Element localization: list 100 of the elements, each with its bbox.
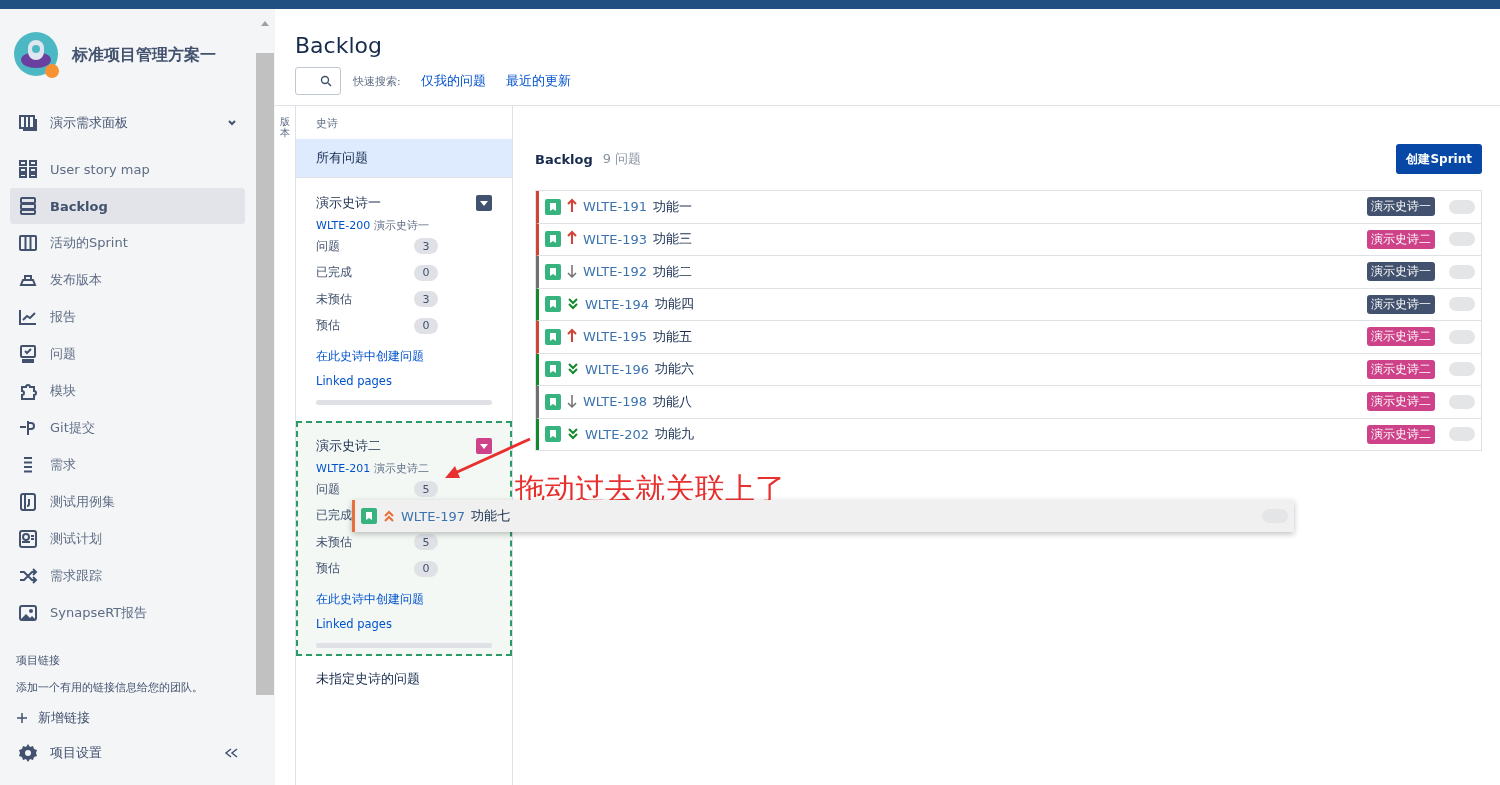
bookmark-icon bbox=[545, 231, 561, 248]
sidebar-item[interactable]: 测试计划 bbox=[10, 521, 245, 557]
estimate-pill bbox=[1449, 329, 1475, 344]
sidebar-item[interactable]: SynapseRT报告 bbox=[10, 595, 245, 631]
issue-row[interactable]: WLTE-193 功能三 演示史诗二 bbox=[536, 223, 1481, 256]
shuffle-icon bbox=[18, 566, 38, 586]
issue-key[interactable]: WLTE-202 bbox=[585, 426, 649, 442]
issue-summary: 功能一 bbox=[652, 197, 692, 216]
bookmark-icon bbox=[545, 328, 561, 345]
dragged-issue-card[interactable]: WLTE-197 功能七 bbox=[352, 500, 1294, 532]
issue-key[interactable]: WLTE-192 bbox=[583, 264, 647, 280]
stat-count: 0 bbox=[414, 317, 438, 334]
epic-card[interactable]: 演示史诗一 WLTE-200 演示史诗一 问题 3 已完成 0 未预估 3 预估 0 在此史诗中创建问题 Linked pages bbox=[296, 178, 512, 413]
settings-link[interactable]: 项目设置 bbox=[10, 743, 245, 763]
board-icon bbox=[18, 113, 38, 133]
columns-icon bbox=[18, 233, 38, 253]
estimate-pill bbox=[1449, 264, 1475, 279]
create-issue-link[interactable]: 在此史诗中创建问题 bbox=[316, 592, 492, 607]
estimate-pill bbox=[1449, 232, 1475, 247]
issue-key[interactable]: WLTE-194 bbox=[585, 296, 649, 312]
issue-key[interactable]: WLTE-196 bbox=[585, 361, 649, 377]
linked-pages-link[interactable]: Linked pages bbox=[316, 617, 492, 631]
issue-key[interactable]: WLTE-195 bbox=[583, 329, 647, 345]
monitor-icon bbox=[18, 344, 38, 364]
sidebar-item[interactable]: 报告 bbox=[10, 299, 245, 335]
epic-tag: 演示史诗二 bbox=[1367, 229, 1435, 249]
create-sprint-button[interactable]: 创建Sprint bbox=[1396, 144, 1482, 174]
issue-key[interactable]: WLTE-193 bbox=[583, 231, 647, 247]
sidebar-item[interactable]: Git提交 bbox=[10, 410, 245, 446]
create-issue-link[interactable]: 在此史诗中创建问题 bbox=[316, 349, 492, 364]
stat-label: 问题 bbox=[316, 481, 340, 497]
issue-row[interactable]: WLTE-195 功能五 演示史诗二 bbox=[536, 321, 1481, 354]
issue-row[interactable]: WLTE-192 功能二 演示史诗一 bbox=[536, 256, 1481, 289]
search-icon bbox=[320, 75, 332, 87]
bookmark-icon bbox=[545, 263, 561, 280]
stat-label: 未预估 bbox=[316, 291, 352, 307]
epic-tag: 演示史诗二 bbox=[1367, 359, 1435, 379]
stat-label: 已完成 bbox=[316, 508, 352, 524]
project-avatar bbox=[14, 32, 60, 78]
quick-search-label: 快速搜索: bbox=[353, 73, 401, 89]
epic-tag: 演示史诗二 bbox=[1367, 392, 1435, 412]
issue-key[interactable]: WLTE-198 bbox=[583, 394, 647, 410]
panel-heading: 史诗 bbox=[315, 116, 339, 132]
versions-tab[interactable]: 版本 bbox=[280, 116, 290, 138]
estimate-pill bbox=[1449, 297, 1475, 312]
issue-row[interactable]: WLTE-196 功能六 演示史诗二 bbox=[536, 353, 1481, 386]
epic-name: 演示史诗一 bbox=[316, 194, 381, 212]
issue-row[interactable]: WLTE-194 功能四 演示史诗一 bbox=[536, 288, 1481, 321]
board-selector[interactable]: 演示需求面板 bbox=[10, 105, 245, 141]
line-chart-icon bbox=[18, 307, 38, 327]
add-link[interactable]: 新增链接 bbox=[10, 709, 245, 727]
sidebar-item[interactable]: 需求 bbox=[10, 447, 245, 483]
issue-key[interactable]: WLTE-191 bbox=[583, 199, 647, 215]
issue-summary: 功能八 bbox=[652, 392, 692, 411]
issue-row[interactable]: WLTE-198 功能八 演示史诗二 bbox=[536, 386, 1481, 419]
quick-filter-link[interactable]: 最近的更新 bbox=[505, 72, 571, 90]
section-heading: 项目链接 bbox=[15, 653, 61, 668]
book-icon bbox=[18, 492, 38, 512]
collapse-icon[interactable] bbox=[223, 747, 239, 759]
scroll-up-icon[interactable] bbox=[260, 19, 270, 27]
issue-summary: 功能七 bbox=[470, 507, 510, 525]
issue-row[interactable]: WLTE-191 功能一 演示史诗一 bbox=[536, 191, 1481, 224]
sidebar-item[interactable]: User story map bbox=[10, 151, 245, 187]
stat-count: 3 bbox=[414, 291, 438, 308]
search-field[interactable] bbox=[295, 67, 341, 95]
epic-menu-button[interactable] bbox=[476, 438, 492, 454]
epic-tag: 演示史诗一 bbox=[1367, 294, 1435, 314]
settings-icon bbox=[18, 743, 38, 763]
sidebar-item[interactable]: 测试用例集 bbox=[10, 484, 245, 520]
sidebar-item[interactable]: 活动的Sprint bbox=[10, 225, 245, 261]
stat-count: 0 bbox=[414, 264, 438, 281]
epic-key: WLTE-201 演示史诗二 bbox=[316, 461, 492, 476]
id-card-icon bbox=[18, 529, 38, 549]
epic-menu-button[interactable] bbox=[476, 195, 492, 211]
bookmark-icon bbox=[545, 361, 561, 378]
issue-summary: 功能三 bbox=[652, 230, 692, 249]
sidebar-item[interactable]: 发布版本 bbox=[10, 262, 245, 298]
issue-key[interactable]: WLTE-197 bbox=[401, 508, 465, 524]
issue-summary: 功能四 bbox=[654, 295, 694, 314]
epic-tag: 演示史诗二 bbox=[1367, 424, 1435, 444]
issue-summary: 功能六 bbox=[654, 360, 694, 379]
sidebar-item[interactable]: 需求跟踪 bbox=[10, 558, 245, 594]
quick-filter-link[interactable]: 仅我的问题 bbox=[420, 72, 486, 90]
stat-count: 5 bbox=[414, 481, 438, 498]
epic-tag: 演示史诗一 bbox=[1367, 262, 1435, 282]
all-issues-item[interactable]: 所有问题 bbox=[296, 139, 512, 178]
unassigned-issues-item[interactable]: 未指定史诗的问题 bbox=[296, 656, 512, 702]
sidebar-item[interactable]: 问题 bbox=[10, 336, 245, 372]
sidebar-item[interactable]: 模块 bbox=[10, 373, 245, 409]
plus-icon bbox=[16, 712, 28, 724]
linked-pages-link[interactable]: Linked pages bbox=[316, 374, 492, 388]
stack-icon bbox=[18, 196, 38, 216]
sidebar-item[interactable]: Backlog bbox=[10, 188, 245, 224]
estimate-pill bbox=[1449, 394, 1475, 409]
scrollbar[interactable] bbox=[256, 53, 274, 695]
commit-icon bbox=[18, 418, 38, 438]
epic-tag: 演示史诗二 bbox=[1367, 327, 1435, 347]
puzzle-icon bbox=[18, 381, 38, 401]
hint-text: 添加一个有用的链接信息给您的团队。 bbox=[15, 680, 204, 695]
chevron-down-icon bbox=[227, 119, 237, 127]
